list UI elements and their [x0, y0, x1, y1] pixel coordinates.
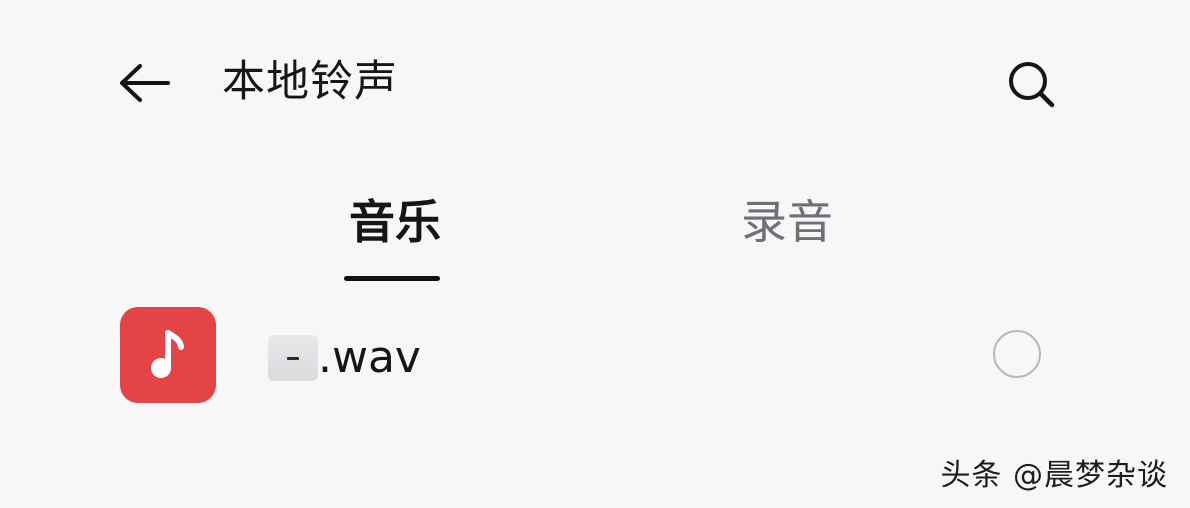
tab-recording[interactable]: 录音 [732, 190, 842, 254]
active-tab-indicator [344, 276, 440, 281]
watermark: 头条 @晨梦杂谈 [940, 458, 1168, 493]
select-radio[interactable] [993, 330, 1041, 378]
local-ringtones-screen: 本地铃声 音乐 录音 .wav 头条 @晨梦杂谈 [0, 0, 1190, 508]
tab-music[interactable]: 音乐 [340, 190, 450, 254]
music-note-icon [151, 330, 184, 378]
file-name: .wav [318, 332, 421, 383]
thumbnail-mark [287, 356, 299, 360]
arrow-left-icon [120, 64, 170, 102]
list-item[interactable]: .wav [100, 296, 1080, 414]
page-title: 本地铃声 [222, 57, 398, 107]
search-button[interactable] [998, 54, 1064, 114]
file-thumbnail [268, 335, 318, 381]
search-icon [1009, 62, 1055, 108]
back-button[interactable] [112, 57, 176, 109]
music-app-icon [120, 307, 216, 403]
